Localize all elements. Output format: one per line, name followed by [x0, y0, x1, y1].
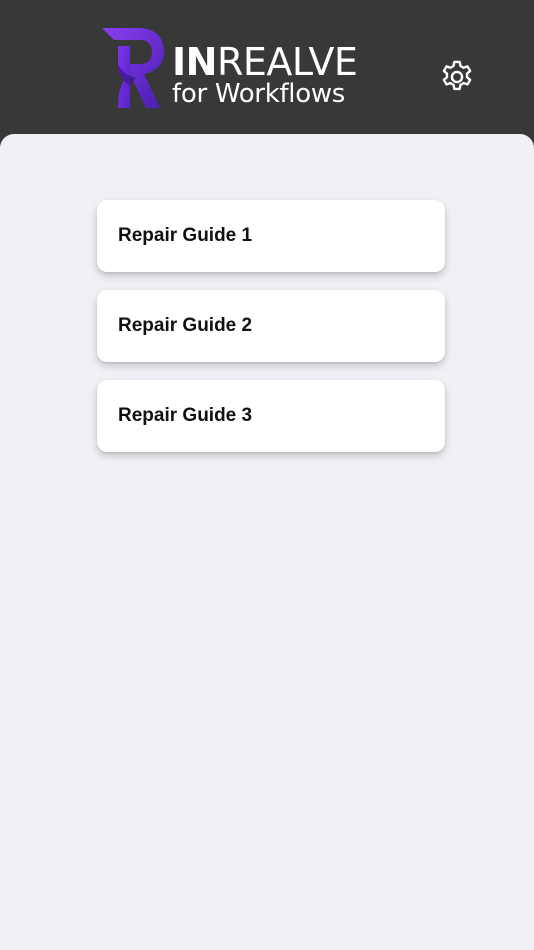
app-header: INREALVE for Workflows — [0, 0, 534, 150]
r-logo-icon — [102, 28, 164, 108]
logo-wordmark-light: REALVE — [216, 40, 358, 84]
gear-icon — [442, 60, 472, 91]
repair-guide-card[interactable]: Repair Guide 1 — [97, 200, 445, 272]
settings-button[interactable] — [438, 58, 476, 96]
logo-subtitle: for Workflows — [172, 79, 346, 109]
logo-wordmark: INREALVE — [172, 40, 358, 84]
repair-guide-card[interactable]: Repair Guide 3 — [97, 380, 445, 452]
main-content: Repair Guide 1 Repair Guide 2 Repair Gui… — [0, 134, 534, 950]
logo-wordmark-bold: IN — [172, 40, 217, 84]
inrealve-logo: INREALVE for Workflows — [100, 26, 370, 112]
repair-guide-label: Repair Guide 1 — [118, 225, 253, 246]
repair-guide-label: Repair Guide 2 — [118, 315, 253, 336]
repair-guide-list: Repair Guide 1 Repair Guide 2 Repair Gui… — [97, 200, 445, 470]
repair-guide-card[interactable]: Repair Guide 2 — [97, 290, 445, 362]
repair-guide-label: Repair Guide 3 — [118, 405, 253, 426]
